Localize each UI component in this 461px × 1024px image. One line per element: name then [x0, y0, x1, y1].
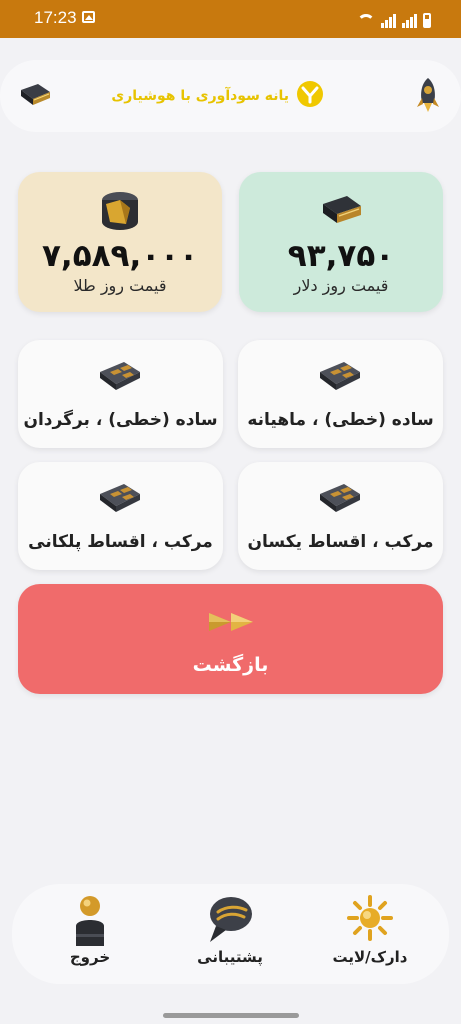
simple-return-button[interactable]: ساده (خطی) ، برگردان — [18, 340, 223, 448]
simple-return-label: ساده (خطی) ، برگردان — [23, 410, 218, 430]
signal-icon-2 — [402, 12, 417, 28]
calculator-icon — [96, 358, 144, 398]
back-button[interactable]: بازگشت — [18, 584, 443, 694]
status-indicators — [357, 10, 431, 28]
battery-icon — [423, 13, 431, 28]
user-icon — [70, 894, 110, 950]
gold-price-label: قیمت روز طلا — [73, 276, 167, 295]
gold-ingot-icon — [96, 188, 144, 238]
wifi-icon — [357, 14, 375, 28]
home-indicator[interactable] — [163, 1013, 299, 1018]
gallery-icon — [82, 11, 95, 23]
rocket-icon[interactable] — [416, 76, 440, 118]
chat-icon — [206, 894, 254, 950]
compound-step-button[interactable]: مرکب ، اقساط پلکانی — [18, 462, 223, 570]
gold-price-card[interactable]: ۷,۵۸۹,۰۰۰ قیمت روز طلا — [18, 172, 222, 312]
brand: یانه سودآوری با هوشیاری — [111, 79, 325, 113]
nav-theme-toggle[interactable]: دارک/لایت — [310, 884, 430, 984]
back-button-label: بازگشت — [192, 654, 269, 676]
nav-support[interactable]: پشتیبانی — [170, 884, 290, 984]
nav-exit[interactable]: خروج — [30, 884, 150, 984]
app-header: یانه سودآوری با هوشیاری — [0, 60, 461, 132]
simple-monthly-button[interactable]: ساده (خطی) ، ماهیانه — [238, 340, 443, 448]
nav-support-label: پشتیبانی — [197, 948, 263, 966]
compound-equal-button[interactable]: مرکب ، اقساط یکسان — [238, 462, 443, 570]
bottom-nav: دارک/لایت پشتیبانی خروج — [12, 884, 449, 984]
calculator-icon — [96, 480, 144, 520]
calculator-icon — [316, 480, 364, 520]
calculator-icon — [316, 358, 364, 398]
nav-exit-label: خروج — [69, 948, 111, 966]
book-icon[interactable] — [18, 80, 52, 114]
status-bar: 17:23 — [0, 0, 461, 38]
signal-icon — [381, 12, 396, 28]
nav-theme-label: دارک/لایت — [332, 948, 408, 966]
sun-icon — [346, 894, 394, 946]
app-title: یانه سودآوری با هوشیاری — [111, 88, 289, 104]
dollar-price-card[interactable]: ۹۳,۷۵۰ قیمت روز دلار — [239, 172, 443, 312]
fast-forward-icon — [207, 610, 257, 638]
compound-equal-label: مرکب ، اقساط یکسان — [247, 532, 434, 552]
dollar-price-label: قیمت روز دلار — [293, 276, 389, 295]
status-time: 17:23 — [34, 8, 77, 27]
logo-icon — [295, 79, 325, 113]
simple-monthly-label: ساده (خطی) ، ماهیانه — [247, 410, 434, 430]
gold-price-value: ۷,۵۸۹,۰۰۰ — [42, 238, 198, 274]
wallet-icon — [317, 192, 365, 230]
compound-step-label: مرکب ، اقساط پلکانی — [28, 532, 213, 552]
dollar-price-value: ۹۳,۷۵۰ — [287, 238, 395, 274]
